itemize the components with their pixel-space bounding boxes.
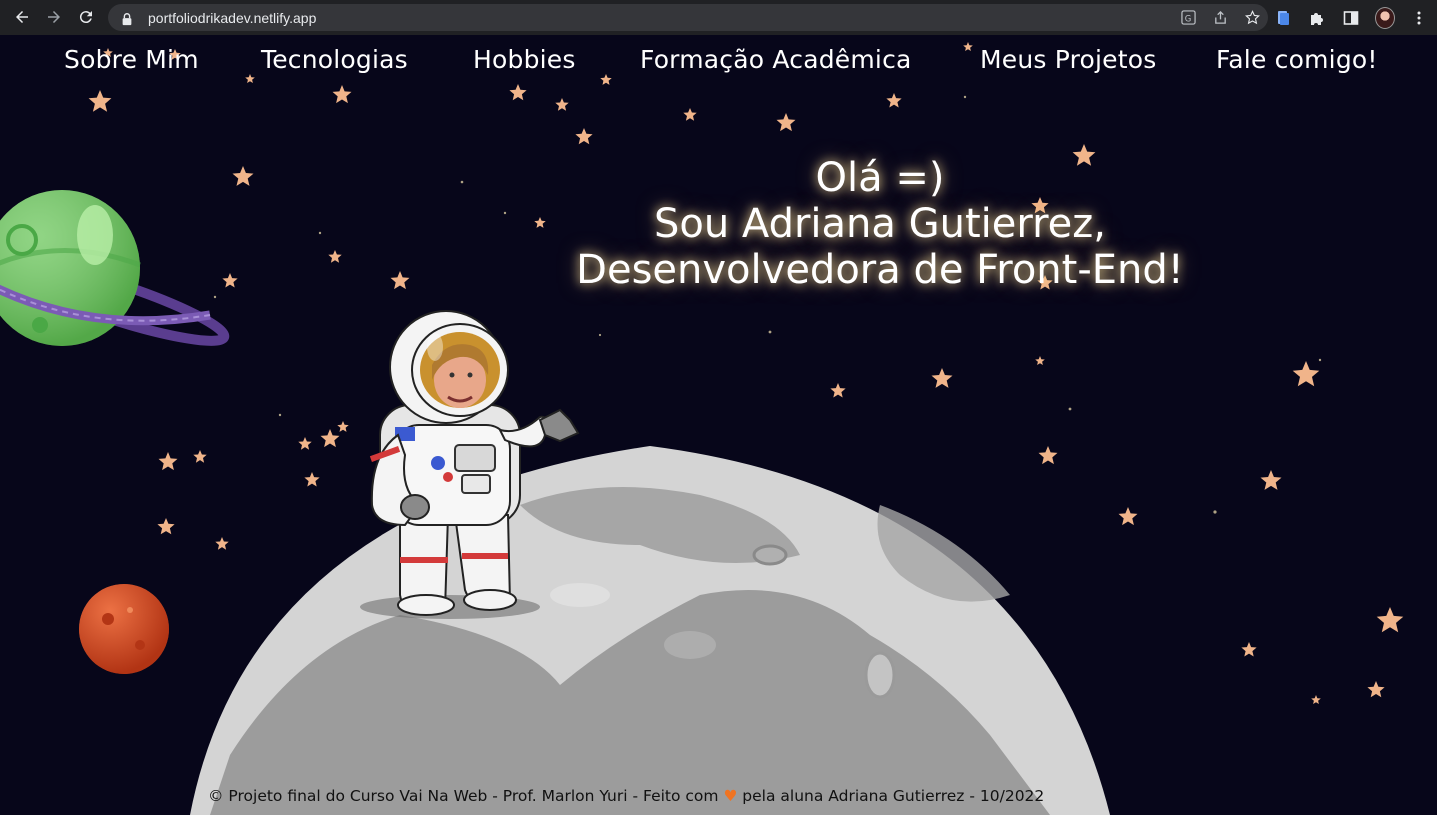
star-icon	[193, 450, 207, 463]
svg-text:G: G	[1184, 13, 1191, 23]
hero-name: Sou Adriana Gutierrez,	[653, 201, 1106, 247]
star-icon	[232, 166, 254, 186]
profile-avatar[interactable]	[1375, 6, 1395, 29]
star-icon	[320, 429, 340, 448]
star-icon	[555, 98, 569, 111]
forward-icon[interactable]	[38, 1, 70, 33]
star-icon	[1260, 470, 1282, 490]
kebab-menu-icon[interactable]	[1409, 8, 1429, 28]
star-icon	[337, 421, 349, 432]
star-icon	[776, 113, 796, 132]
star-icon	[158, 452, 178, 471]
star-icon	[215, 537, 229, 550]
star-icon	[931, 368, 953, 388]
star-icon	[1241, 642, 1257, 657]
star-icon	[509, 84, 527, 101]
star-icon	[390, 271, 410, 290]
footer-text-end: pela aluna Adriana Gutierrez - 10/2022	[742, 787, 1045, 805]
star-icon	[328, 250, 342, 263]
extension-doc-icon[interactable]	[1273, 8, 1293, 28]
bookmark-star-icon[interactable]	[1244, 10, 1260, 26]
green-planet-icon	[0, 190, 230, 346]
star-icon	[886, 93, 902, 108]
back-icon[interactable]	[6, 1, 38, 33]
red-planet-icon	[79, 584, 169, 674]
address-bar[interactable]: portfoliodrikadev.netlify.app G	[108, 4, 1268, 31]
share-icon[interactable]	[1212, 10, 1228, 26]
reload-icon[interactable]	[70, 1, 102, 33]
footer-text-start: © Projeto final do Curso Vai Na Web - Pr…	[208, 787, 719, 805]
star-icon	[332, 85, 352, 104]
star-icon	[1292, 361, 1320, 387]
star-icon	[575, 128, 593, 145]
puzzle-icon[interactable]	[1307, 8, 1327, 28]
heart-icon: ♥	[723, 787, 738, 805]
lock-icon[interactable]	[120, 11, 134, 25]
hero-greeting: Olá =)	[815, 155, 945, 201]
star-icon	[304, 472, 320, 487]
nav-link-hobbies[interactable]: Hobbies	[473, 45, 576, 74]
star-icon	[1376, 607, 1404, 633]
star-icon	[1038, 446, 1058, 465]
star-icon	[683, 108, 697, 121]
star-icon	[88, 90, 112, 112]
browser-toolbar: portfoliodrikadev.netlify.app G	[0, 0, 1437, 35]
hero-role: Desenvolvedora de Front-End!	[576, 247, 1184, 293]
star-icon	[298, 437, 312, 450]
nav-link-formacao[interactable]: Formação Acadêmica	[640, 45, 912, 74]
translate-icon[interactable]: G	[1180, 10, 1196, 26]
side-panel-icon[interactable]	[1341, 8, 1361, 28]
star-icon	[1118, 507, 1138, 526]
nav-link-projetos[interactable]: Meus Projetos	[980, 45, 1156, 74]
moon-icon	[190, 446, 1110, 815]
hero-heading: Olá =) Sou Adriana Gutierrez, Desenvolve…	[530, 155, 1230, 293]
star-icon	[1367, 681, 1385, 698]
portfolio-page: Sobre Mim Tecnologias Hobbies Formação A…	[0, 35, 1437, 815]
footer-credits: © Projeto final do Curso Vai Na Web - Pr…	[208, 787, 1044, 805]
url-text[interactable]: portfoliodrikadev.netlify.app	[148, 10, 316, 26]
main-nav: Sobre Mim Tecnologias Hobbies Formação A…	[0, 45, 1437, 85]
space-background	[0, 42, 1404, 815]
nav-link-tecnologias[interactable]: Tecnologias	[261, 45, 408, 74]
nav-link-contato[interactable]: Fale comigo!	[1216, 45, 1378, 74]
star-icon	[1035, 356, 1045, 365]
star-icon	[830, 383, 846, 398]
star-icon	[1311, 695, 1321, 704]
star-icon	[157, 518, 175, 535]
star-icon	[222, 273, 238, 288]
nav-link-sobre-mim[interactable]: Sobre Mim	[64, 45, 199, 74]
